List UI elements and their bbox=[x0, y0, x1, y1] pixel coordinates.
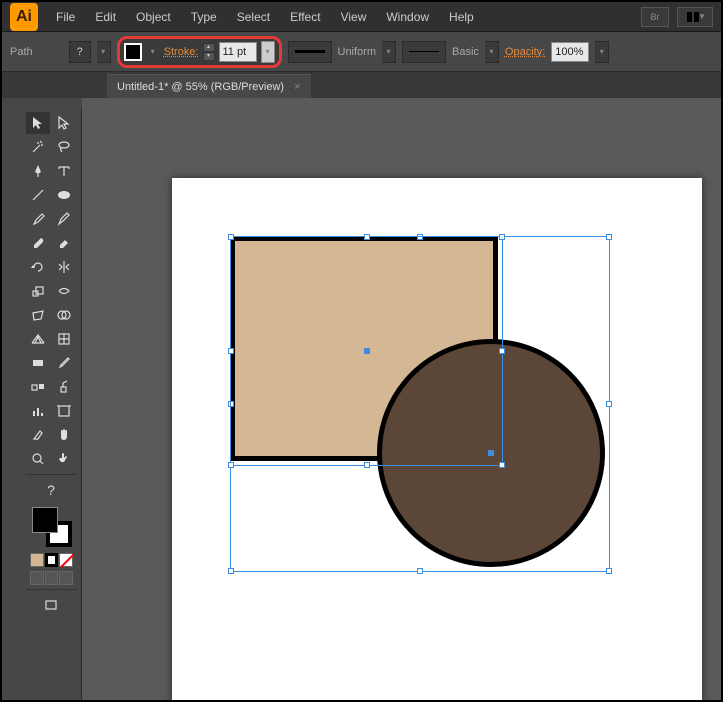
anchor-point[interactable] bbox=[228, 462, 234, 468]
profile-dropdown[interactable] bbox=[382, 41, 396, 63]
stroke-weight-input[interactable] bbox=[219, 42, 257, 62]
profile-preview bbox=[288, 41, 332, 63]
control-bar: Path ? Stroke: ▴▾ Uniform Basic Opacity: bbox=[2, 32, 721, 72]
selection-type-label: Path bbox=[10, 46, 33, 58]
menu-edit[interactable]: Edit bbox=[85, 10, 126, 24]
draw-behind-icon[interactable] bbox=[45, 571, 59, 585]
free-transform-tool[interactable] bbox=[26, 304, 50, 326]
selection-handle[interactable] bbox=[606, 568, 612, 574]
menu-object[interactable]: Object bbox=[126, 10, 181, 24]
magic-wand-tool[interactable] bbox=[26, 136, 50, 158]
print-tiling-tool[interactable] bbox=[52, 448, 76, 470]
center-point bbox=[488, 450, 494, 456]
screen-mode-buttons bbox=[30, 571, 73, 585]
arrange-button[interactable]: ▾ bbox=[677, 7, 713, 27]
selection-handle[interactable] bbox=[228, 568, 234, 574]
unknown-tool[interactable]: ? bbox=[26, 479, 76, 501]
fill-dropdown[interactable] bbox=[97, 41, 111, 63]
rotate-tool[interactable] bbox=[26, 256, 50, 278]
type-tool[interactable] bbox=[52, 160, 76, 182]
selection-handle[interactable] bbox=[417, 568, 423, 574]
opacity-label[interactable]: Opacity: bbox=[505, 46, 545, 58]
menu-type[interactable]: Type bbox=[181, 10, 227, 24]
brush-preview bbox=[402, 41, 446, 63]
screen-mode-button[interactable] bbox=[26, 594, 76, 616]
main-area: ? bbox=[2, 98, 721, 700]
menu-help[interactable]: Help bbox=[439, 10, 484, 24]
shape-builder-tool[interactable] bbox=[52, 304, 76, 326]
menu-view[interactable]: View bbox=[331, 10, 377, 24]
menu-file[interactable]: File bbox=[46, 10, 85, 24]
app-logo-icon: Ai bbox=[10, 3, 38, 31]
hand-tool[interactable] bbox=[52, 424, 76, 446]
anchor-point[interactable] bbox=[499, 348, 505, 354]
symbol-sprayer-tool[interactable] bbox=[52, 376, 76, 398]
reflect-tool[interactable] bbox=[52, 256, 76, 278]
selection-handle[interactable] bbox=[606, 234, 612, 240]
stroke-color-dropdown[interactable] bbox=[146, 41, 160, 63]
stroke-color-swatch[interactable] bbox=[124, 43, 142, 61]
profile-label: Uniform bbox=[338, 46, 377, 58]
ellipse-tool[interactable] bbox=[52, 184, 76, 206]
stroke-controls-highlight: Stroke: ▴▾ bbox=[117, 36, 282, 68]
direct-selection-tool[interactable] bbox=[52, 112, 76, 134]
anchor-point[interactable] bbox=[364, 234, 370, 240]
color-swatch[interactable] bbox=[30, 553, 44, 567]
eyedropper-tool[interactable] bbox=[52, 352, 76, 374]
pencil-tool[interactable] bbox=[52, 208, 76, 230]
fill-color-box[interactable] bbox=[32, 507, 58, 533]
fill-stroke-indicator[interactable] bbox=[32, 507, 72, 547]
gradient-tool[interactable] bbox=[26, 352, 50, 374]
opacity-dropdown[interactable] bbox=[595, 41, 609, 63]
selection-handle[interactable] bbox=[606, 401, 612, 407]
paintbrush-tool[interactable] bbox=[26, 208, 50, 230]
brush-label: Basic bbox=[452, 46, 479, 58]
fill-help-button[interactable]: ? bbox=[69, 41, 91, 63]
width-tool[interactable] bbox=[52, 280, 76, 302]
column-graph-tool[interactable] bbox=[26, 400, 50, 422]
scale-tool[interactable] bbox=[26, 280, 50, 302]
bridge-button[interactable]: Br bbox=[641, 7, 669, 27]
gradient-swatch[interactable] bbox=[45, 553, 59, 567]
anchor-point[interactable] bbox=[228, 348, 234, 354]
center-point bbox=[364, 348, 370, 354]
menu-bar: Ai File Edit Object Type Select Effect V… bbox=[2, 2, 721, 32]
shape-selection-box bbox=[230, 236, 503, 466]
blob-brush-tool[interactable] bbox=[26, 232, 50, 254]
canvas-area[interactable] bbox=[82, 98, 721, 700]
pen-tool[interactable] bbox=[26, 160, 50, 182]
stroke-spinner[interactable]: ▴▾ bbox=[203, 43, 215, 61]
brush-dropdown[interactable] bbox=[485, 41, 499, 63]
artboard-tool[interactable] bbox=[52, 400, 76, 422]
artboard bbox=[172, 178, 702, 700]
slice-tool[interactable] bbox=[26, 424, 50, 446]
draw-inside-icon[interactable] bbox=[59, 571, 73, 585]
anchor-point[interactable] bbox=[499, 234, 505, 240]
tools-panel: ? bbox=[22, 108, 82, 700]
zoom-tool[interactable] bbox=[26, 448, 50, 470]
blend-tool[interactable] bbox=[26, 376, 50, 398]
none-swatch[interactable] bbox=[59, 553, 73, 567]
anchor-point[interactable] bbox=[228, 234, 234, 240]
anchor-point[interactable] bbox=[499, 462, 505, 468]
document-tab-bar: Untitled-1* @ 55% (RGB/Preview) × bbox=[2, 72, 721, 98]
mesh-tool[interactable] bbox=[52, 328, 76, 350]
line-tool[interactable] bbox=[26, 184, 50, 206]
lasso-tool[interactable] bbox=[52, 136, 76, 158]
menu-window[interactable]: Window bbox=[376, 10, 439, 24]
eraser-tool[interactable] bbox=[52, 232, 76, 254]
stroke-weight-label[interactable]: Stroke: bbox=[164, 46, 199, 58]
anchor-point[interactable] bbox=[364, 462, 370, 468]
color-mode-swatches bbox=[30, 553, 73, 567]
opacity-input[interactable] bbox=[551, 42, 589, 62]
document-tab[interactable]: Untitled-1* @ 55% (RGB/Preview) × bbox=[107, 74, 311, 98]
menu-effect[interactable]: Effect bbox=[280, 10, 330, 24]
stroke-weight-dropdown[interactable] bbox=[261, 41, 275, 63]
perspective-grid-tool[interactable] bbox=[26, 328, 50, 350]
selection-tool[interactable] bbox=[26, 112, 50, 134]
document-tab-title: Untitled-1* @ 55% (RGB/Preview) bbox=[117, 81, 284, 93]
draw-normal-icon[interactable] bbox=[30, 571, 44, 585]
document-tab-close-icon[interactable]: × bbox=[294, 81, 300, 93]
menu-select[interactable]: Select bbox=[227, 10, 280, 24]
